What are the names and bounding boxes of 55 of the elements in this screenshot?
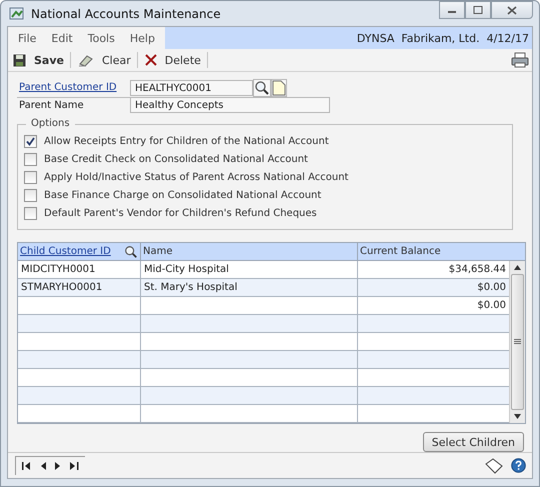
scroll-up-arrow-icon[interactable]: [514, 265, 521, 270]
checkbox[interactable]: [24, 171, 37, 184]
close-button[interactable]: [491, 1, 533, 19]
column-header[interactable]: Child Customer ID: [18, 243, 141, 260]
table-cell: Mid-City Hospital: [141, 261, 358, 278]
delete-button[interactable]: Delete: [142, 54, 207, 66]
save-button[interactable]: Save: [11, 54, 70, 66]
search-icon[interactable]: [253, 78, 271, 96]
parent-customer-id-link[interactable]: Parent Customer ID: [17, 80, 130, 96]
grip-icon: [514, 339, 521, 345]
table-cell: MIDCITYH0001: [18, 261, 141, 278]
first-record-icon[interactable]: [22, 461, 31, 471]
scroll-down-arrow-icon[interactable]: [514, 414, 521, 419]
menu-item[interactable]: File: [18, 32, 36, 44]
checkbox[interactable]: [24, 153, 37, 166]
printer-icon[interactable]: [511, 52, 529, 68]
checkbox[interactable]: [24, 207, 37, 220]
table-cell: St. Mary's Hospital: [141, 279, 358, 296]
eraser-icon: [78, 54, 94, 66]
option-label: Base Finance Charge on Consolidated National Account: [44, 190, 322, 201]
maximize-button[interactable]: [465, 1, 491, 19]
column-header: Current Balance: [359, 245, 442, 259]
help-icon[interactable]: [511, 458, 526, 473]
option-label: Apply Hold/Inactive Status of Parent Across National Account: [44, 172, 348, 183]
company-info: DYNSA Fabrikam, Ltd. 4/12/17: [164, 27, 532, 49]
menu-item[interactable]: Help: [130, 32, 155, 44]
checkbox[interactable]: [24, 189, 37, 202]
option-label: Base Credit Check on Consolidated National Account: [44, 154, 308, 165]
window-title: National Accounts Maintenance: [31, 6, 221, 20]
last-record-icon[interactable]: [70, 461, 79, 471]
delete-x-icon: [144, 54, 157, 66]
parent-customer-id-field[interactable]: HEALTHYC0001: [130, 80, 253, 96]
minimize-button[interactable]: [439, 1, 465, 19]
table-cell: STMARYHO0001: [18, 279, 141, 296]
next-record-icon[interactable]: [55, 461, 61, 471]
vertical-scrollbar[interactable]: [509, 261, 525, 423]
table-cell-text: $0.00: [476, 281, 507, 295]
table-cell-text: $34,658.44: [448, 263, 507, 277]
menu-item[interactable]: Edit: [51, 32, 73, 44]
parent-name-field[interactable]: Healthy Concepts: [130, 96, 330, 112]
clear-button[interactable]: Clear: [76, 54, 137, 66]
table-cell-text: $0.00: [476, 299, 507, 313]
option-label: Allow Receipts Entry for Children of the National Account: [44, 136, 329, 147]
child-customer-id-link[interactable]: Child Customer ID: [20, 243, 111, 260]
options-group-title: Options: [26, 118, 75, 129]
previous-record-icon[interactable]: [40, 461, 46, 471]
select-children-button[interactable]: Select Children: [422, 432, 524, 452]
search-icon[interactable]: [124, 244, 138, 258]
menu-item[interactable]: Tools: [88, 32, 115, 44]
column-header: Name: [141, 243, 358, 260]
option-label: Default Parent's Vendor for Children's Refund Cheques: [44, 208, 317, 219]
checkbox[interactable]: [24, 135, 37, 148]
maximize-icon: [473, 6, 483, 14]
close-icon: [507, 6, 517, 14]
app-icon: [9, 6, 25, 22]
